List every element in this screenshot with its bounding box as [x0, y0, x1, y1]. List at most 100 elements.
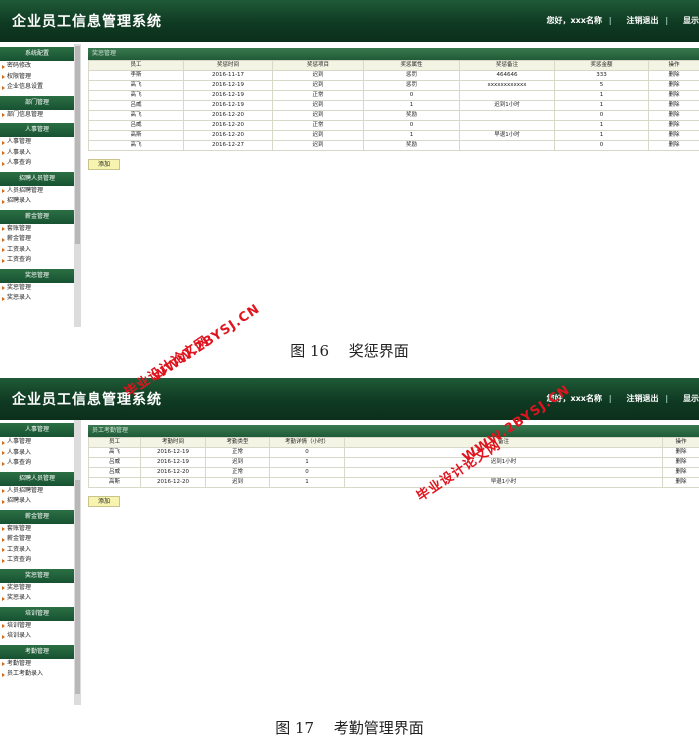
menu-item[interactable]: 工资查询	[0, 555, 74, 566]
menu-group-header[interactable]: 培训管理	[0, 606, 74, 621]
menu-group-header[interactable]: 考勤管理	[0, 644, 74, 659]
menu-item[interactable]: 工资查询	[0, 255, 74, 266]
table-cell: 迟到	[205, 457, 270, 468]
menu-item[interactable]: 部门信息管理	[0, 110, 74, 121]
table-cell: 0	[363, 90, 460, 101]
table-cell: 惩罚	[363, 80, 460, 91]
menu-group-header[interactable]: 人事管理	[0, 123, 74, 137]
display-link[interactable]: 显示	[683, 16, 699, 25]
delete-link[interactable]: 删除	[648, 80, 699, 91]
user-area: 您好，xxx名称 | 注销退出 | 显示	[546, 16, 699, 25]
table-row: 吕威 2016-12-19 迟到 1 迟到1小时 删除	[88, 457, 699, 468]
menu-group-header[interactable]: 招聘人员管理	[0, 471, 74, 486]
table-cell: 高斯	[88, 477, 141, 488]
menu-item[interactable]: 人事录入	[0, 148, 74, 159]
table-cell: 正常	[272, 90, 364, 101]
table-row: 吕威 2016-12-20 正常 0 1 删除	[88, 120, 699, 131]
app-title: 企业员工信息管理系统	[12, 14, 162, 30]
table-cell: 0	[269, 467, 345, 478]
table-cell: 高飞	[88, 80, 184, 91]
sidebar-scrollbar[interactable]	[74, 420, 81, 705]
menu-group-header[interactable]: 奖惩管理	[0, 568, 74, 583]
menu-item[interactable]: 培训录入	[0, 631, 74, 642]
delete-link[interactable]: 删除	[662, 477, 699, 488]
delete-link[interactable]: 删除	[648, 100, 699, 111]
menu-group-header[interactable]: 奖惩管理	[0, 268, 74, 283]
column-header: 员工	[88, 437, 141, 448]
menu-group-header[interactable]: 人事管理	[0, 423, 74, 437]
menu-item[interactable]: 培训管理	[0, 621, 74, 632]
table-row: 吕威 2016-12-20 正常 0 删除	[88, 467, 699, 478]
table-cell: 5	[554, 80, 649, 91]
menu-item[interactable]: 人事录入	[0, 448, 74, 459]
menu-item[interactable]: 企业信息设置	[0, 82, 74, 93]
table-cell: 0	[363, 120, 460, 131]
menu-item[interactable]: 员工考勤录入	[0, 669, 74, 680]
menu-item[interactable]: 人员招聘管理	[0, 186, 74, 197]
table-cell: 迟到	[272, 70, 364, 81]
table-cell: 高飞	[88, 110, 184, 121]
add-button[interactable]: 添加	[88, 496, 121, 507]
menu-item[interactable]: 人员招聘管理	[0, 486, 74, 497]
table-row: 高斯 2016-12-20 迟到 1 早退1小时 1 删除	[88, 130, 699, 141]
logout-link[interactable]: 注销退出	[626, 394, 658, 403]
menu-item[interactable]: 薪金管理	[0, 534, 74, 545]
menu-item[interactable]: 考勤管理	[0, 659, 74, 670]
delete-link[interactable]: 删除	[662, 467, 699, 478]
menu-group-header[interactable]: 薪金管理	[0, 509, 74, 524]
table-cell: 迟到	[272, 110, 364, 121]
table-row: 高飞 2016-12-20 迟到 奖励 0 删除	[88, 110, 699, 121]
table-cell: 464646	[459, 70, 555, 81]
table-cell: 2016-12-19	[140, 457, 206, 468]
column-header: 操作	[662, 437, 699, 448]
menu-item[interactable]: 奖惩录入	[0, 293, 74, 304]
table-cell: 正常	[205, 447, 270, 458]
table-row: 高飞 2016-12-19 正常 0 删除	[88, 447, 699, 458]
menu-item[interactable]: 人事管理	[0, 137, 74, 148]
table-row: 高斯 2016-12-20 迟到 1 早退1小时 删除	[88, 477, 699, 488]
table-cell: 2016-12-19	[183, 80, 273, 91]
delete-link[interactable]: 删除	[648, 130, 699, 141]
menu-item[interactable]: 人事管理	[0, 437, 74, 448]
column-header: 考勤类型	[205, 437, 270, 448]
delete-link[interactable]: 删除	[648, 140, 699, 151]
menu-item[interactable]: 招聘录入	[0, 196, 74, 207]
menu-group-header[interactable]: 部门管理	[0, 95, 74, 110]
menu-item[interactable]: 套账管理	[0, 524, 74, 535]
menu-item[interactable]: 工资录入	[0, 545, 74, 556]
reward-screenshot: 企业员工信息管理系统 您好，xxx名称 | 注销退出 | 显示 系统配置 密码修改…	[0, 0, 699, 327]
delete-link[interactable]: 删除	[662, 447, 699, 458]
delete-link[interactable]: 删除	[648, 70, 699, 81]
table-cell	[459, 120, 555, 131]
menu-item[interactable]: 招聘录入	[0, 496, 74, 507]
sidebar-scrollbar[interactable]	[74, 44, 81, 327]
add-button[interactable]: 添加	[88, 159, 121, 170]
attendance-screenshot: 企业员工信息管理系统 您好，xxx名称 | 注销退出 | 显示 人事管理 人事管理…	[0, 378, 699, 705]
menu-item[interactable]: 人事查询	[0, 158, 74, 169]
menu-item[interactable]: 人事查询	[0, 458, 74, 469]
table-cell: 333	[554, 70, 649, 81]
menu-group-header[interactable]: 招聘人员管理	[0, 171, 74, 186]
reward-table: 员工 奖惩时间 奖惩项目 奖惩属性 奖惩备注 奖惩金额 操作 李斯 2016-11-17 迟到惩…	[88, 60, 699, 151]
menu-item[interactable]: 套账管理	[0, 224, 74, 235]
display-link[interactable]: 显示	[683, 394, 699, 403]
menu-item[interactable]: 薪金管理	[0, 234, 74, 245]
menu-item[interactable]: 权限管理	[0, 72, 74, 83]
menu-group-header[interactable]: 系统配置	[0, 47, 74, 61]
table-cell: 1	[554, 90, 649, 101]
delete-link[interactable]: 删除	[648, 90, 699, 101]
menu-item[interactable]: 工资录入	[0, 245, 74, 256]
menu-item[interactable]: 密码修改	[0, 61, 74, 72]
table-cell: 1	[554, 120, 649, 131]
delete-link[interactable]: 删除	[662, 457, 699, 468]
delete-link[interactable]: 删除	[648, 120, 699, 131]
table-cell	[459, 90, 555, 101]
menu-group-header[interactable]: 薪金管理	[0, 209, 74, 224]
table-cell: 2016-12-20	[183, 110, 273, 121]
menu-item[interactable]: 奖惩管理	[0, 583, 74, 594]
menu-item[interactable]: 奖惩录入	[0, 593, 74, 604]
logout-link[interactable]: 注销退出	[626, 16, 658, 25]
delete-link[interactable]: 删除	[648, 110, 699, 121]
table-cell: 0	[269, 447, 345, 458]
menu-item[interactable]: 奖惩管理	[0, 283, 74, 294]
